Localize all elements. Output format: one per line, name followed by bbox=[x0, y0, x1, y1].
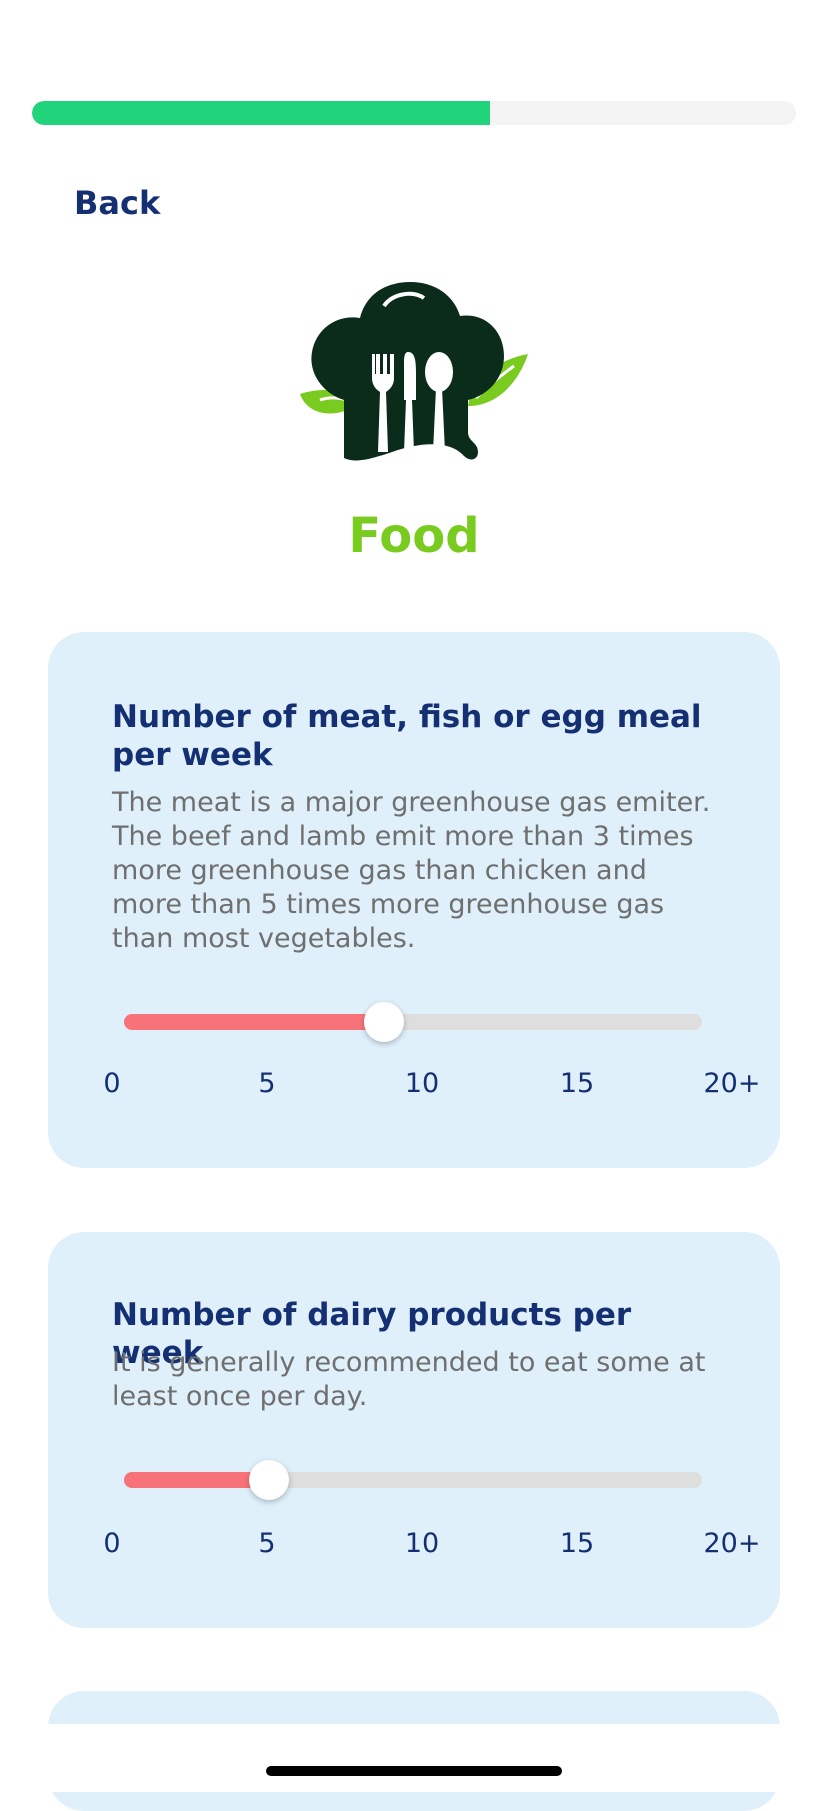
home-indicator[interactable] bbox=[266, 1766, 562, 1776]
tick-label: 5 bbox=[258, 1068, 276, 1099]
section-title: Food bbox=[348, 508, 480, 564]
question-description: It is generally recommended to eat some … bbox=[112, 1347, 706, 1412]
tick-label: 5 bbox=[258, 1528, 276, 1559]
tick-label: 20+ bbox=[703, 1068, 761, 1099]
tick-label: 10 bbox=[404, 1528, 440, 1559]
tick-label: 0 bbox=[103, 1068, 121, 1099]
tick-label: 15 bbox=[559, 1528, 595, 1559]
slider-thumb[interactable] bbox=[248, 1460, 289, 1500]
question-title: Number of meat, fish or egg meal per wee… bbox=[112, 699, 702, 773]
question-card-meat: Number of meat, fish or egg meal per wee… bbox=[48, 632, 780, 1168]
tick-label: 15 bbox=[559, 1068, 595, 1099]
progress-fill bbox=[32, 101, 491, 125]
meat-slider[interactable] bbox=[124, 1002, 702, 1042]
slider-tick-labels: 0 5 10 15 20+ bbox=[103, 1068, 760, 1102]
question-card-dairy: Number of dairy products per week It is … bbox=[48, 1232, 780, 1628]
slider-fill bbox=[124, 1014, 385, 1030]
progress-bar bbox=[32, 101, 796, 125]
chef-hat-utensils-icon bbox=[300, 282, 528, 461]
back-button[interactable]: Back bbox=[74, 184, 160, 222]
bottom-safe-area bbox=[0, 1724, 828, 1792]
dairy-slider[interactable] bbox=[124, 1460, 702, 1500]
slider-fill bbox=[124, 1472, 269, 1488]
slider-thumb[interactable] bbox=[364, 1002, 405, 1042]
tick-label: 10 bbox=[404, 1068, 440, 1099]
tick-label: 0 bbox=[103, 1528, 121, 1559]
question-description: The meat is a major greenhouse gas emite… bbox=[112, 787, 711, 954]
slider-tick-labels: 0 5 10 15 20+ bbox=[103, 1528, 760, 1562]
tick-label: 20+ bbox=[703, 1528, 761, 1559]
